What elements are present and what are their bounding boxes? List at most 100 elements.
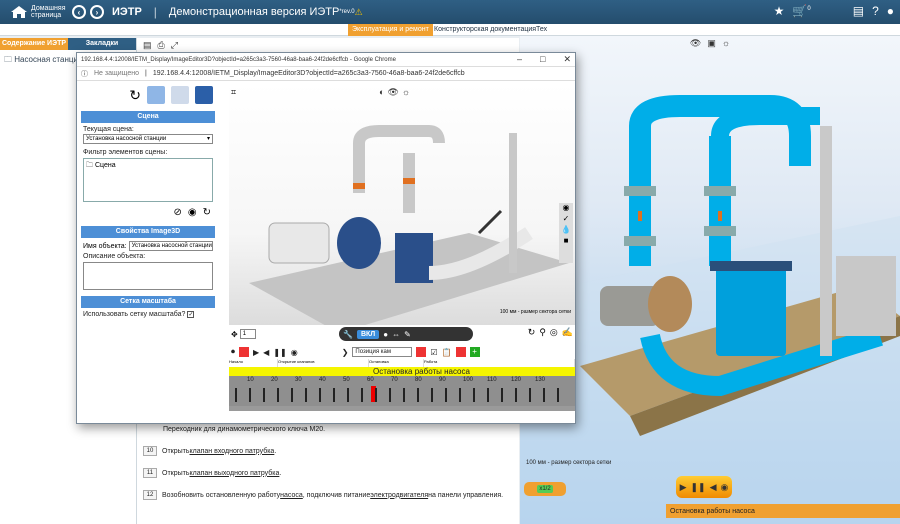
check-icon[interactable]: ✓: [563, 214, 570, 223]
move-icon[interactable]: ✥: [231, 330, 238, 339]
status-bar: Остановка работы насоса: [666, 504, 900, 518]
visible-icon[interactable]: ◉: [563, 203, 570, 212]
arrows-icon[interactable]: ⇔: [392, 330, 400, 339]
stop-icon[interactable]: ◉: [721, 482, 729, 493]
expand-icon[interactable]: ⤢: [171, 40, 178, 51]
object-name-input[interactable]: Установка насосной станции: [128, 241, 213, 251]
current-scene-select[interactable]: Установка насосной станции ▾: [83, 134, 213, 144]
speed-control[interactable]: x1/2: [524, 482, 566, 496]
eye-icon[interactable]: ◉: [188, 207, 197, 218]
timeline-segment[interactable]: Работа: [424, 359, 574, 367]
scene-tree[interactable]: 🗀 Сцена: [83, 158, 213, 202]
back-button[interactable]: ‹: [72, 5, 86, 19]
editor-3d-view[interactable]: ◐ 👁 ☼ ⌗ ◉ ✓ 💧 ■ 100 мм - размер сектора …: [229, 83, 575, 333]
drop-icon[interactable]: 💧: [561, 225, 571, 234]
timeline-tick-label: 120: [511, 377, 522, 383]
remove-button[interactable]: [455, 347, 466, 357]
next-icon[interactable]: ❯: [342, 348, 349, 357]
timeline-tick: [445, 388, 447, 402]
step-link[interactable]: насоса: [280, 492, 303, 499]
grid-scale-label: 100 мм - размер сектора сетки: [499, 309, 571, 315]
stop-icon[interactable]: ◉: [291, 348, 298, 357]
timeline-segment[interactable]: Остановка: [369, 359, 423, 367]
cart-icon[interactable]: 🛒0: [792, 4, 810, 18]
frame-select[interactable]: 1: [239, 329, 256, 339]
steps-list: Переходник для динамометрического ключа …: [143, 418, 518, 506]
refresh-icon[interactable]: ↻: [528, 327, 536, 338]
tab-design-docs[interactable]: Конструкторская документация: [430, 24, 540, 36]
window-title: 192.168.4.4:12008/IETM_Display/ImageEdit…: [81, 56, 396, 63]
edit-icon[interactable]: ✍: [562, 327, 573, 338]
wrench-icon[interactable]: 🔧: [343, 330, 353, 339]
refresh-icon[interactable]: ↻: [203, 207, 211, 218]
revision-label: *rev.0: [339, 9, 355, 15]
pin-icon[interactable]: ⚲: [539, 327, 546, 338]
add-button[interactable]: +: [469, 347, 480, 357]
remove-position-button[interactable]: [416, 347, 427, 357]
playback-controls[interactable]: ▶ ❚❚ ◀ ◉: [676, 476, 732, 498]
print-icon[interactable]: ⎙: [158, 40, 165, 51]
step-icon[interactable]: ◀: [263, 348, 269, 357]
forward-button[interactable]: ›: [90, 5, 104, 19]
timeline[interactable]: Начало Открытие клапанов Остановка Работ…: [229, 359, 575, 411]
document-icon[interactable]: ▤: [143, 40, 152, 51]
clipboard-icon[interactable]: 📋: [442, 348, 452, 357]
timeline-tick: [263, 388, 265, 402]
tree-item-scene[interactable]: Сцена: [95, 162, 116, 169]
undo-icon[interactable]: [147, 86, 165, 104]
hide-icon[interactable]: ⊘: [173, 207, 181, 218]
step-back-icon[interactable]: ◀: [710, 482, 717, 493]
play-icon[interactable]: ▶: [680, 482, 687, 493]
minimize-icon[interactable]: –: [517, 54, 522, 65]
camera-position-select[interactable]: Позиция кам: [352, 347, 413, 357]
help-icon[interactable]: ?: [872, 4, 879, 18]
timeline-tick: [529, 388, 531, 402]
timeline-tick-label: 130: [535, 377, 546, 383]
maximize-icon[interactable]: □: [540, 54, 545, 65]
close-icon[interactable]: ✕: [563, 54, 571, 65]
timeline-segment[interactable]: Открытие клапанов: [278, 359, 368, 367]
step-text: Открыть: [162, 447, 190, 455]
step-text: .: [274, 447, 277, 455]
step-link[interactable]: электродвигателя: [370, 492, 428, 499]
redo-icon[interactable]: [171, 86, 189, 104]
editor-toolbar: ✥ 1 🔧 ВКЛ ● ⇔ ✎ ↻ ⚲ ◎ ✍ ⏺ ▶ ◀ ❚❚ ◉ ❯ Поз…: [229, 325, 575, 361]
pause-icon[interactable]: ❚❚: [691, 482, 706, 493]
tab-operation[interactable]: Эксплуатация и ремонт: [348, 24, 433, 36]
tab-contents[interactable]: Содержание ИЭТР: [0, 38, 68, 50]
home-button[interactable]: Домашняя страница: [10, 5, 68, 19]
toggle-icon[interactable]: ●: [383, 330, 388, 339]
timeline-tick-label: 100: [463, 377, 474, 383]
play-icon[interactable]: ▶: [253, 348, 259, 357]
step-link[interactable]: клапан выходного патрубка: [190, 470, 280, 477]
address-bar[interactable]: ⓘ Не защищено | 192.168.4.4:12008/IETM_D…: [77, 67, 575, 81]
checkbox-icon[interactable]: ☑: [430, 348, 437, 357]
timeline-ticks[interactable]: 10 20 30 40 50 60 70 80 90 100 110 120 130: [229, 376, 575, 406]
pen-icon[interactable]: ✎: [404, 330, 411, 339]
object-desc-input[interactable]: [83, 262, 213, 290]
home-label: Домашняя страница: [31, 5, 66, 19]
save-icon[interactable]: [195, 86, 213, 104]
timeline-segment[interactable]: Начало: [229, 359, 277, 367]
sidebar-item-label: Насосная станция: [14, 55, 83, 64]
3d-viewer[interactable]: 👁 ▣ ☼ 100 мм - размер сектора сетки x1/2…: [520, 36, 900, 524]
record-icon[interactable]: ⏺: [231, 347, 235, 357]
power-toggle[interactable]: ВКЛ: [356, 329, 380, 339]
use-grid-checkbox[interactable]: ✓: [187, 311, 195, 318]
step-text: Переходник для динамометрического ключа …: [163, 425, 326, 433]
step-text: .: [279, 469, 282, 477]
list-item: 10 Открыть клапан входного патрубка .: [143, 440, 518, 462]
timeline-tick: [459, 388, 461, 402]
step-link[interactable]: клапан входного патрубка: [190, 448, 275, 455]
star-icon[interactable]: ★: [774, 4, 785, 18]
delete-button[interactable]: [239, 347, 249, 357]
target-icon[interactable]: ◎: [550, 327, 558, 338]
pause-icon[interactable]: ❚❚: [273, 348, 286, 357]
refresh-icon[interactable]: ↻: [129, 87, 141, 104]
user-icon[interactable]: ●: [887, 4, 894, 18]
tab-tech[interactable]: Тех: [532, 24, 551, 36]
doc-icon[interactable]: ▤: [853, 4, 864, 18]
tab-bookmarks[interactable]: Закладки: [68, 38, 136, 50]
camera-icon[interactable]: ■: [564, 236, 569, 245]
step-text: Открыть: [162, 469, 190, 477]
